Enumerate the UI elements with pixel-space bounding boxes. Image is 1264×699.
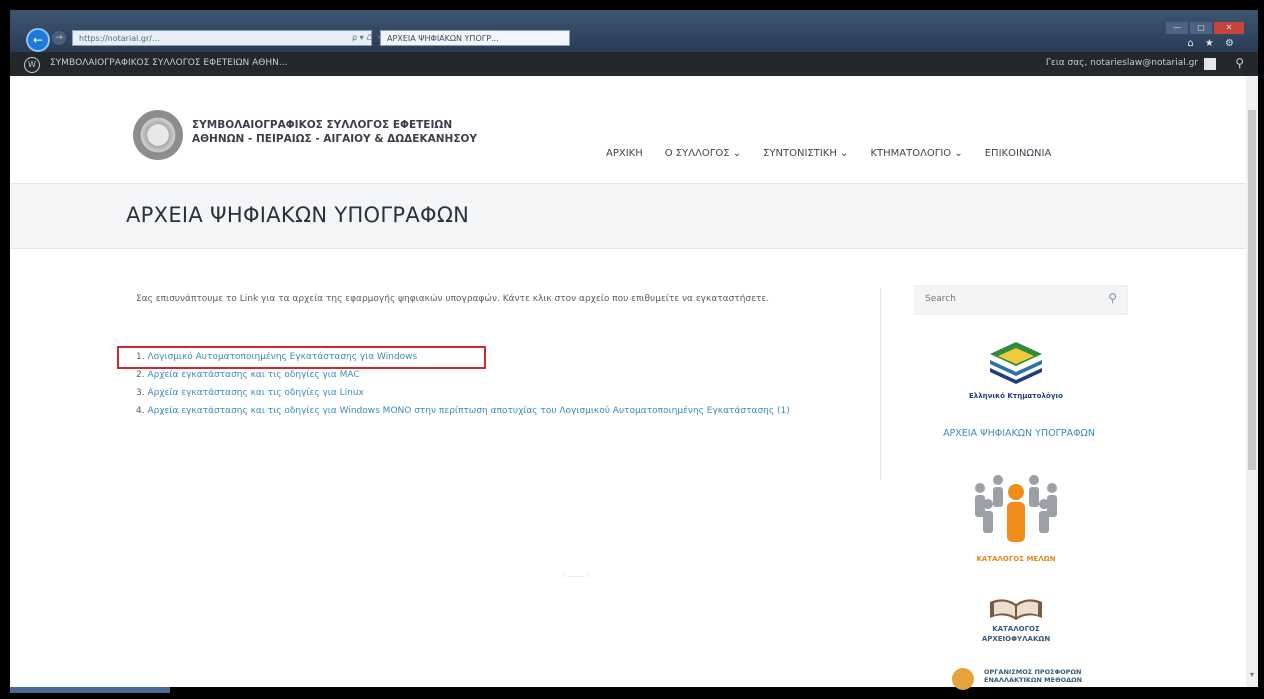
list-item[interactable]: 3. Αρχεία εγκατάστασης και τις οδηγίες γ… — [136, 384, 836, 402]
close-button[interactable]: ✕ — [1214, 22, 1244, 34]
back-arrow-icon[interactable]: ← — [26, 28, 50, 52]
sidebar-divider — [880, 288, 881, 480]
linux-files-link[interactable]: Αρχεία εγκατάστασης και τις οδηγίες για … — [147, 388, 363, 398]
signatures-files-link[interactable]: ΑΡΧΕΙΑ ΨΗΦΙΑΚΩΝ ΥΠΟΓΡΑΦΩΝ — [914, 428, 1124, 439]
address-controls[interactable]: ρ ▾ ♺ ✕ — [352, 30, 383, 46]
screenshot-frame-bottom — [0, 687, 1264, 699]
list-number: 2. — [136, 370, 145, 380]
organization-caption[interactable]: ΟΡΓΑΝΙΣΜΟΣ ΠΡΟΣΦΟΡΩΝ ΕΝΑΛΛΑΚΤΙΚΩΝ ΜΕΘΟΔΩ… — [984, 668, 1084, 684]
avatar[interactable] — [1204, 58, 1216, 70]
org-caption-line-2: ΕΝΑΛΛΑΚΤΙΚΩΝ ΜΕΘΟΔΩΝ — [984, 676, 1083, 684]
main-navigation: ΑΡΧΙΚΗ Ο ΣΥΛΛΟΓΟΣ ⌄ ΣΥΝΤΟΝΙΣΤΙΚΗ ⌄ ΚΤΗΜΑ… — [606, 148, 1073, 159]
open-book-icon[interactable] — [986, 594, 1046, 622]
association-seal-logo[interactable] — [133, 110, 183, 160]
list-item[interactable]: 4. Αρχεία εγκατάστασης και τις οδηγίες γ… — [136, 402, 838, 420]
screenshot-frame-right — [1258, 0, 1264, 699]
members-people-icon[interactable] — [966, 470, 1066, 548]
organization-logo-icon[interactable] — [952, 668, 974, 690]
page-title: ΑΡΧΕΙΑ ΨΗΦΙΑΚΩΝ ΥΠΟΓΡΑΦΩΝ — [126, 203, 470, 227]
logo-line-1: ΣΥΜΒΟΛΑΙΟΓΡΑΦΙΚΟΣ ΣΥΛΛΟΓΟΣ ΕΦΕΤΕΙΩΝ — [192, 119, 453, 131]
archivists-catalog-caption[interactable]: ΚΑΤΑΛΟΓΟΣ ΑΡΧΕΙΟΦΥΛΑΚΩΝ — [950, 624, 1082, 644]
nav-item-cadastre[interactable]: ΚΤΗΜΑΤΟΛΟΓΙΟ ⌄ — [870, 148, 962, 159]
hellenic-cadastre-logo[interactable] — [986, 338, 1046, 386]
address-bar[interactable]: https://notarial.gr/... — [72, 30, 372, 46]
search-input[interactable] — [923, 293, 1097, 305]
maximize-button[interactable]: ▢ — [1190, 22, 1212, 34]
sidebar-search: ⚲ — [914, 285, 1128, 315]
archives-caption-line-2: ΑΡΧΕΙΟΦΥΛΑΚΩΝ — [981, 635, 1051, 643]
taskbar-sliver — [10, 687, 170, 693]
admin-greeting[interactable]: Γεια σας, notarieslaw@notarial.gr — [1046, 58, 1198, 68]
nav-item-association[interactable]: Ο ΣΥΛΛΟΓΟΣ ⌄ — [665, 148, 741, 159]
browser-tab[interactable]: ΑΡΧΕΙΑ ΨΗΦΙΑΚΩΝ ΥΠΟΓΡ... — [380, 30, 570, 46]
nav-item-home[interactable]: ΑΡΧΙΚΗ — [606, 148, 643, 159]
faint-pagination-control: ‹ ⎯⎯⎯⎯⎯ › — [562, 572, 590, 580]
forward-arrow-icon[interactable]: → — [52, 31, 66, 45]
search-icon[interactable]: ⚲ — [1108, 291, 1117, 305]
nav-item-contact[interactable]: ΕΠΙΚΟΙΝΩΝΙΑ — [985, 148, 1052, 159]
list-number: 3. — [136, 388, 145, 398]
browser-toolbar: ← → https://notarial.gr/... ρ ▾ ♺ ✕ ΑΡΧΕ… — [10, 10, 1258, 52]
mac-files-link[interactable]: Αρχεία εγκατάστασης και τις οδηγίες για … — [147, 370, 359, 380]
logo-line-2: ΑΘΗΝΩΝ - ΠΕΙΡΑΙΩΣ - ΑΙΓΑΙΟΥ & ΔΩΔΕΚΑΝΗΣΟ… — [192, 133, 478, 145]
screenshot-frame-top — [0, 0, 1264, 10]
search-icon[interactable]: ⚲ — [1235, 56, 1244, 70]
cadastre-caption: Ελληνικό Κτηματολόγιο — [969, 392, 1063, 400]
scroll-down-arrow-icon[interactable]: ▾ — [1246, 670, 1258, 679]
org-caption-line-1: ΟΡΓΑΝΙΣΜΟΣ ΠΡΟΣΦΟΡΩΝ — [984, 668, 1082, 676]
minimize-button[interactable]: — — [1166, 22, 1188, 34]
highlight-annotation-box — [117, 346, 486, 369]
wp-admin-bar: W ΣΥΜΒΟΛΑΙΟΓΡΑΦΙΚΟΣ ΣΥΛΛΟΓΟΣ ΕΦΕΤΕΙΩΝ ΑΘ… — [10, 52, 1258, 76]
archives-caption-line-1: ΚΑΤΑΛΟΓΟΣ — [992, 625, 1040, 633]
site-logo-text[interactable]: ΣΥΜΒΟΛΑΙΟΓΡΑΦΙΚΟΣ ΣΥΛΛΟΓΟΣ ΕΦΕΤΕΙΩΝ ΑΘΗΝ… — [192, 118, 477, 146]
window-controls: — ▢ ✕ — [1166, 22, 1244, 34]
list-number: 4. — [136, 406, 145, 416]
home-favorites-settings-icons[interactable]: ⌂ ★ ⚙ — [1187, 38, 1238, 49]
scrollbar-thumb[interactable] — [1248, 110, 1256, 470]
wordpress-logo-icon[interactable]: W — [24, 57, 40, 73]
nav-item-coordinating[interactable]: ΣΥΝΤΟΝΙΣΤΙΚΗ ⌄ — [763, 148, 848, 159]
screenshot-frame-left — [0, 0, 10, 699]
windows-manual-files-link[interactable]: Αρχεία εγκατάστασης και τις οδηγίες για … — [147, 406, 789, 416]
members-catalog-caption[interactable]: ΚΑΤΑΛΟΓΟΣ ΜΕΛΩΝ — [950, 555, 1082, 563]
intro-paragraph: Σας επισυνάπτουμε το Link για τα αρχεία … — [136, 294, 770, 304]
admin-site-name[interactable]: ΣΥΜΒΟΛΑΙΟΓΡΑΦΙΚΟΣ ΣΥΛΛΟΓΟΣ ΕΦΕΤΕΙΩΝ ΑΘΗΝ… — [50, 58, 287, 68]
